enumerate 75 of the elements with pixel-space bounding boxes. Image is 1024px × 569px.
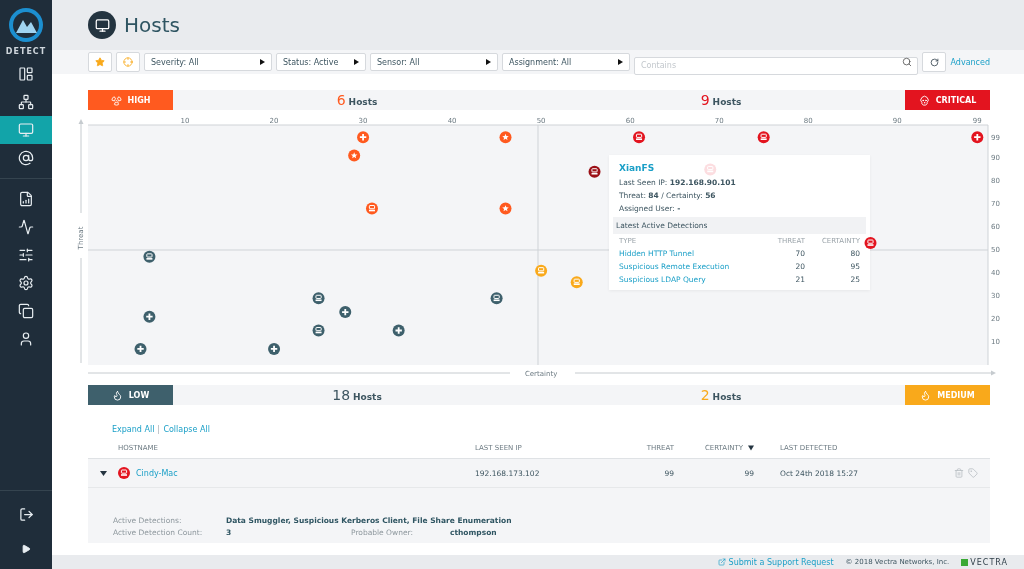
monitor-icon [18, 122, 34, 138]
host-count: 6 Hosts [335, 92, 379, 108]
plus-marker[interactable] [143, 310, 156, 323]
host-marker[interactable] [570, 276, 583, 289]
filter-dropdown[interactable]: Sensor: All [370, 53, 498, 71]
flame-icon [920, 389, 932, 401]
host-marker[interactable] [312, 292, 325, 305]
host-count: 2 Hosts [699, 387, 743, 403]
plus-marker[interactable] [134, 342, 147, 355]
expand-icon [21, 544, 31, 554]
host-marker[interactable] [535, 264, 548, 277]
host-marker[interactable] [757, 131, 770, 144]
copy-icon [18, 303, 34, 319]
external-link-icon [717, 558, 726, 566]
host-name: XianFS [619, 163, 655, 173]
host-marker[interactable] [366, 202, 378, 215]
flame-icon [111, 389, 123, 401]
caret-icon [260, 59, 265, 65]
star-marker[interactable] [499, 202, 512, 215]
report-icon [18, 191, 34, 207]
host-icon [118, 467, 130, 479]
page-title: Hosts [124, 13, 180, 37]
plus-marker[interactable] [339, 306, 352, 319]
host-marker[interactable] [864, 237, 877, 250]
logout-icon [18, 506, 34, 522]
host-marker[interactable] [490, 292, 503, 305]
host-count: 18 Hosts [331, 387, 383, 403]
star-icon [95, 57, 105, 67]
severity-tag: LOW [88, 385, 173, 405]
layout-icon [18, 66, 34, 82]
plus-marker[interactable] [971, 131, 984, 144]
collapse-all-link[interactable]: Collapse All [163, 425, 210, 434]
caret-icon [618, 59, 623, 65]
support-link[interactable]: Submit a Support Request [717, 557, 834, 567]
section-label: DETECT [5, 47, 47, 56]
monitor-icon [88, 11, 116, 39]
star-marker[interactable] [348, 149, 361, 162]
severity-tag: MEDIUM [905, 385, 990, 405]
settings-icon [18, 275, 34, 291]
caret-icon [486, 59, 491, 65]
advanced-link[interactable]: Advanced [950, 57, 990, 67]
plus-marker[interactable] [357, 131, 370, 144]
host-marker[interactable] [588, 165, 601, 178]
host-count: 9 Hosts [699, 92, 743, 108]
severity-tag: HIGH [88, 90, 173, 110]
skull-icon [918, 94, 930, 106]
host-marker[interactable] [143, 250, 156, 263]
hostname-link[interactable]: Cindy-Mac [136, 468, 178, 478]
at-sign-icon [18, 150, 34, 166]
search-field[interactable]: Contains [634, 56, 919, 75]
logo-icon[interactable] [7, 6, 45, 44]
plus-marker[interactable] [268, 342, 281, 355]
network-icon [18, 94, 34, 110]
refresh-icon [930, 57, 939, 67]
crosshair-icon [123, 57, 133, 67]
filter-dropdown[interactable]: Status: Active [276, 53, 366, 71]
expand-all-link[interactable]: Expand All [112, 425, 155, 434]
pulse-icon [18, 219, 34, 235]
search-icon[interactable] [902, 57, 913, 67]
user-icon [18, 331, 34, 347]
filter-dropdown[interactable]: Severity: All [144, 53, 272, 71]
host-marker[interactable] [633, 131, 646, 144]
filter-dropdown[interactable]: Assignment: All [502, 53, 630, 71]
brand-icon [961, 558, 969, 566]
caret-icon [354, 59, 359, 65]
brand-logo: VECTRA [961, 557, 1008, 567]
radiation-icon [110, 94, 122, 106]
sort-icon [748, 445, 754, 451]
severity-tag: CRITICAL [905, 90, 990, 110]
sliders-icon [18, 247, 34, 263]
host-marker[interactable] [312, 324, 325, 337]
caret-icon [99, 470, 107, 476]
host-marker[interactable] [704, 163, 717, 176]
plus-marker[interactable] [392, 324, 405, 337]
reset-button[interactable] [922, 52, 947, 72]
